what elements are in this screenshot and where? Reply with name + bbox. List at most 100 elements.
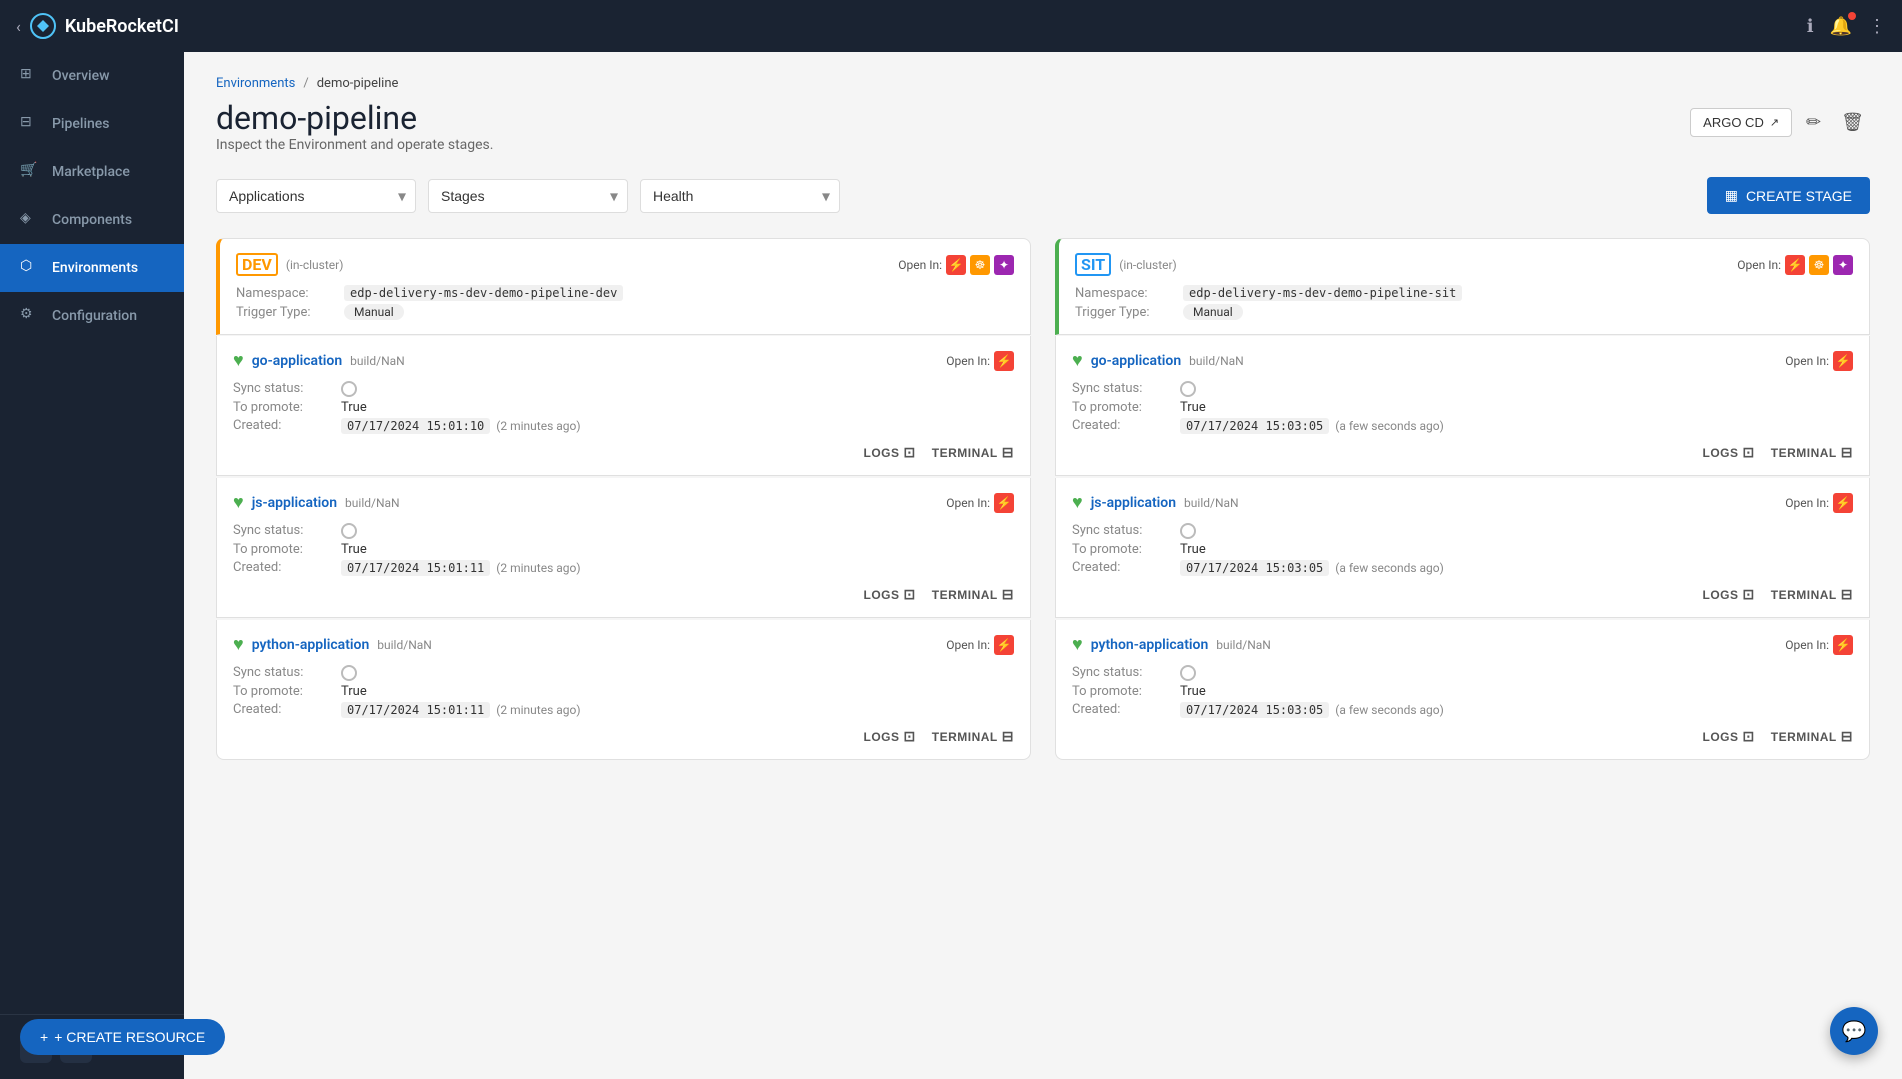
app-card-go-app-sit: ♥ go-application build/NaN Open In: ⚡ Sy… <box>1055 336 1870 476</box>
top-nav: ‹ KubeRocketCI ℹ 🔔 ⋮ <box>0 0 1902 52</box>
logs-button[interactable]: LOGS ⊡ <box>864 586 916 603</box>
delete-button[interactable]: 🗑 <box>1835 108 1870 137</box>
app-name[interactable]: js-application <box>252 495 337 511</box>
logs-icon: ⊡ <box>1743 586 1755 603</box>
app-actions: LOGS ⊡ TERMINAL ⊟ <box>233 586 1014 603</box>
to-promote-value: True <box>341 400 1014 415</box>
logs-icon: ⊡ <box>1743 728 1755 745</box>
breadcrumb-environments-link[interactable]: Environments <box>216 76 295 91</box>
app-name[interactable]: go-application <box>1091 353 1181 369</box>
trigger-value: Manual <box>344 305 1014 320</box>
app-health-icon: ♥ <box>233 492 244 513</box>
logs-button[interactable]: LOGS ⊡ <box>864 444 916 461</box>
breadcrumb-current: demo-pipeline <box>317 76 399 91</box>
collapse-button[interactable]: ‹ <box>16 17 21 36</box>
app-name[interactable]: go-application <box>252 353 342 369</box>
chat-fab-button[interactable]: 💬 <box>1830 1007 1878 1055</box>
app-name[interactable]: python-application <box>1091 637 1209 653</box>
sync-status-label: Sync status: <box>1072 523 1172 539</box>
sidebar-item-pipelines[interactable]: ⊟ Pipelines <box>0 100 184 148</box>
app-open-label: Open In: <box>946 496 990 510</box>
pipelines-icon: ⊟ <box>20 114 40 134</box>
to-promote-value: True <box>1180 542 1853 557</box>
created-value: 07/17/2024 15:01:10 (2 minutes ago) <box>341 418 1014 434</box>
sync-status-label: Sync status: <box>233 381 333 397</box>
open-in-icon-orange[interactable]: ☸ <box>970 255 990 275</box>
app-logo: KubeRocketCI <box>29 12 1807 40</box>
app-open-in-icon[interactable]: ⚡ <box>994 493 1014 513</box>
more-menu-icon[interactable]: ⋮ <box>1868 16 1886 37</box>
notification-icon[interactable]: 🔔 <box>1830 16 1852 37</box>
trigger-badge: Manual <box>1183 304 1243 320</box>
terminal-button[interactable]: TERMINAL ⊟ <box>1771 728 1853 745</box>
applications-filter[interactable]: Applications <box>216 179 416 213</box>
health-filter[interactable]: Health <box>640 179 840 213</box>
app-build: build/NaN <box>377 638 432 652</box>
created-label: Created: <box>233 418 333 434</box>
created-label: Created: <box>1072 702 1172 718</box>
page-header-actions: ARGO CD ↗ ✏ 🗑 <box>1690 108 1870 137</box>
chat-icon: 💬 <box>1842 1019 1867 1043</box>
logs-icon: ⊡ <box>1743 444 1755 461</box>
sidebar-item-label: Pipelines <box>52 116 110 132</box>
app-card-js-app-sit: ♥ js-application build/NaN Open In: ⚡ Sy… <box>1055 478 1870 618</box>
terminal-button[interactable]: TERMINAL ⊟ <box>932 728 1014 745</box>
app-open-in: Open In: ⚡ <box>1785 351 1853 371</box>
logs-button[interactable]: LOGS ⊡ <box>864 728 916 745</box>
logs-button[interactable]: LOGS ⊡ <box>1703 586 1755 603</box>
sidebar-item-configuration[interactable]: ⚙ Configuration <box>0 292 184 340</box>
app-build: build/NaN <box>350 354 405 368</box>
stages-filter[interactable]: Stages <box>428 179 628 213</box>
sync-circle <box>1180 381 1196 397</box>
terminal-button[interactable]: TERMINAL ⊟ <box>932 444 1014 461</box>
stage-cluster-tag: (in-cluster) <box>286 258 344 272</box>
stage-column-dev: DEV (in-cluster) Open In: ⚡☸✦ Namespace:… <box>216 238 1031 762</box>
create-resource-button[interactable]: + + CREATE RESOURCE <box>20 1019 225 1055</box>
namespace-label: Namespace: <box>1075 286 1175 301</box>
to-promote-label: To promote: <box>233 684 333 699</box>
app-open-in-icon[interactable]: ⚡ <box>1833 493 1853 513</box>
edit-button[interactable]: ✏ <box>1800 108 1827 137</box>
open-in-icon-purple[interactable]: ✦ <box>1833 255 1853 275</box>
app-card-python-app-dev: ♥ python-application build/NaN Open In: … <box>216 620 1031 760</box>
info-icon[interactable]: ℹ <box>1807 16 1814 37</box>
terminal-button[interactable]: TERMINAL ⊟ <box>1771 444 1853 461</box>
argo-cd-button[interactable]: ARGO CD ↗ <box>1690 108 1792 137</box>
sidebar-item-label: Overview <box>52 68 109 84</box>
sync-status-label: Sync status: <box>233 665 333 681</box>
to-promote-value: True <box>341 684 1014 699</box>
stages-grid: DEV (in-cluster) Open In: ⚡☸✦ Namespace:… <box>216 238 1870 762</box>
stage-header-top: SIT (in-cluster) Open In: ⚡☸✦ <box>1075 253 1853 276</box>
open-in-icon-red[interactable]: ⚡ <box>946 255 966 275</box>
sidebar-item-marketplace[interactable]: 🛒 Marketplace <box>0 148 184 196</box>
namespace-badge: edp-delivery-ms-dev-demo-pipeline-dev <box>344 285 623 301</box>
terminal-button[interactable]: TERMINAL ⊟ <box>1771 586 1853 603</box>
terminal-button[interactable]: TERMINAL ⊟ <box>932 586 1014 603</box>
stage-name: DEV <box>236 253 278 276</box>
app-name[interactable]: js-application <box>1091 495 1176 511</box>
sidebar-item-components[interactable]: ◈ Components <box>0 196 184 244</box>
app-name: KubeRocketCI <box>65 16 179 37</box>
app-open-in-icon[interactable]: ⚡ <box>1833 635 1853 655</box>
stage-open-label: Open In: <box>898 258 942 272</box>
logs-button[interactable]: LOGS ⊡ <box>1703 444 1755 461</box>
sync-status-value <box>341 523 1014 539</box>
create-stage-icon: ▦ <box>1725 187 1738 204</box>
open-in-icon-orange[interactable]: ☸ <box>1809 255 1829 275</box>
create-stage-button[interactable]: ▦ CREATE STAGE <box>1707 177 1870 214</box>
open-in-icon-red[interactable]: ⚡ <box>1785 255 1805 275</box>
terminal-icon: ⊟ <box>1841 444 1853 461</box>
trigger-label: Trigger Type: <box>1075 305 1175 320</box>
app-open-in-icon[interactable]: ⚡ <box>1833 351 1853 371</box>
open-in-icon-purple[interactable]: ✦ <box>994 255 1014 275</box>
app-open-label: Open In: <box>1785 638 1829 652</box>
app-open-in-icon[interactable]: ⚡ <box>994 351 1014 371</box>
logs-icon: ⊡ <box>904 586 916 603</box>
logs-button[interactable]: LOGS ⊡ <box>1703 728 1755 745</box>
breadcrumb-separator: / <box>303 76 308 91</box>
sidebar-item-overview[interactable]: ⊞ Overview <box>0 52 184 100</box>
created-label: Created: <box>1072 560 1172 576</box>
app-name[interactable]: python-application <box>252 637 370 653</box>
sidebar-item-environments[interactable]: ⬡ Environments <box>0 244 184 292</box>
app-open-in-icon[interactable]: ⚡ <box>994 635 1014 655</box>
